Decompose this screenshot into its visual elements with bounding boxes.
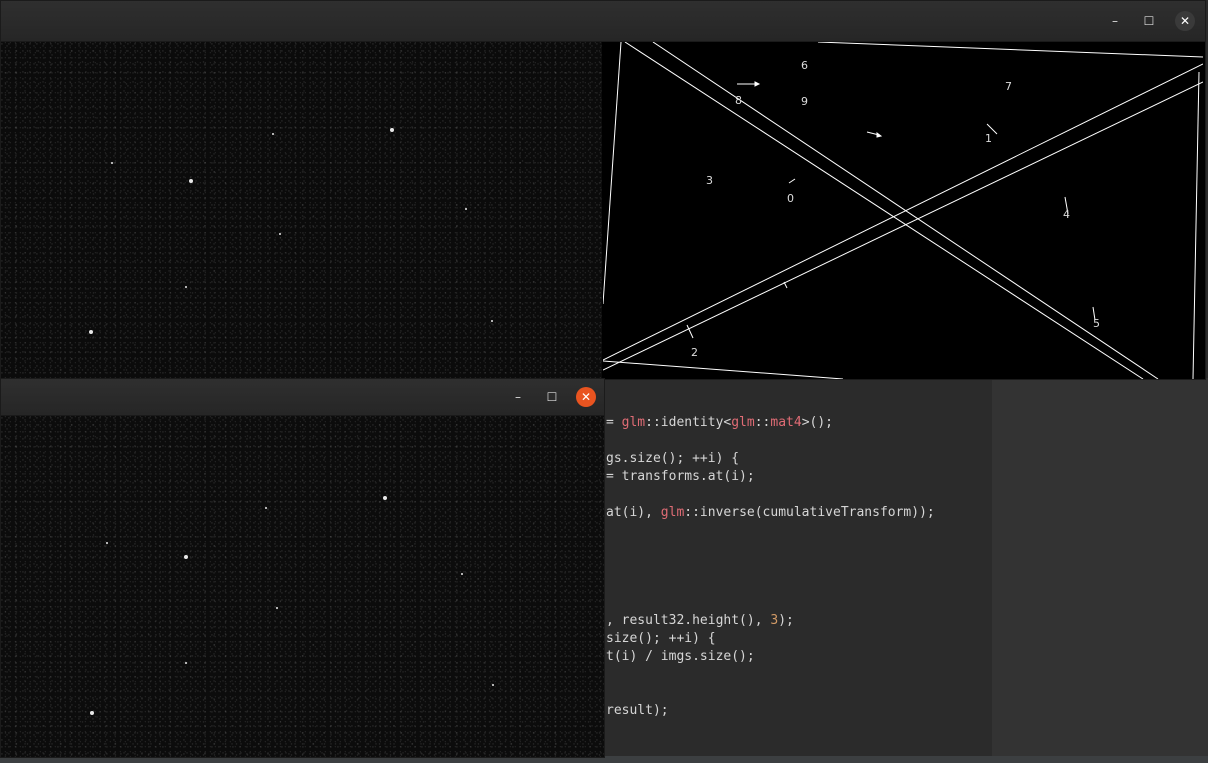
- maximize-icon: ☐: [1143, 14, 1155, 28]
- code-line: = transforms.at(i);: [606, 469, 755, 487]
- marker-label: 4: [1063, 208, 1070, 221]
- transform-lines: 6 7 8 9 1 3 0 4 5 2: [603, 42, 1203, 379]
- code-token: glm: [621, 415, 646, 430]
- code-line: = glm::identity<glm::mat4>();: [606, 415, 833, 433]
- code-line: at(i), glm::inverse(cumulativeTransform)…: [606, 505, 935, 523]
- code-token: = transforms.at(i);: [606, 469, 755, 484]
- marker-label: 3: [706, 174, 713, 187]
- code-token: at(i),: [606, 505, 661, 520]
- star: [185, 662, 187, 664]
- code-token: );: [778, 613, 794, 628]
- star: [265, 507, 267, 509]
- star: [390, 128, 394, 132]
- code-token: t(i) / imgs.size();: [606, 649, 755, 664]
- code-line: result);: [606, 703, 669, 721]
- code-token: size(); ++i) {: [606, 631, 716, 646]
- code-line: gs.size(); ++i) {: [606, 451, 739, 469]
- star: [184, 555, 188, 559]
- star: [111, 162, 113, 164]
- star-field-result-image: [1, 416, 604, 757]
- marker-label: 8: [735, 94, 742, 107]
- marker-label: 7: [1005, 80, 1012, 93]
- star-field-image: [1, 42, 602, 379]
- marker-label: 9: [801, 95, 808, 108]
- code-token: glm: [660, 505, 685, 520]
- maximize-button[interactable]: ☐: [1139, 11, 1159, 31]
- marker-label: 1: [985, 132, 992, 145]
- code-token: gs.size(); ++i) {: [606, 451, 740, 466]
- code-token: , result32.height(),: [606, 613, 771, 628]
- code-line: size(); ++i) {: [606, 631, 716, 649]
- star: [272, 133, 274, 135]
- star: [461, 573, 463, 575]
- marker-label: 5: [1093, 317, 1100, 330]
- code-token: >();: [801, 415, 833, 430]
- close-icon: ✕: [1179, 14, 1191, 28]
- transform-visualization: 6 7 8 9 1 3 0 4 5 2: [603, 42, 1203, 379]
- code-token: result);: [606, 703, 669, 718]
- star: [106, 542, 108, 544]
- editor-side-panel: [992, 378, 1208, 763]
- top-window-titlebar[interactable]: – ☐ ✕: [1, 1, 1205, 42]
- star: [383, 496, 387, 500]
- close-button[interactable]: ✕: [1175, 11, 1195, 31]
- star: [279, 233, 281, 235]
- star: [492, 684, 494, 686]
- maximize-button[interactable]: ☐: [542, 387, 562, 407]
- bottom-window: – ☐ ✕: [0, 378, 605, 758]
- minimize-icon: –: [1112, 14, 1118, 28]
- minimize-button[interactable]: –: [508, 387, 528, 407]
- code-line: , result32.height(), 3);: [606, 613, 794, 631]
- marker-label: 2: [691, 346, 698, 359]
- code-line: t(i) / imgs.size();: [606, 649, 755, 667]
- top-window: – ☐ ✕ 6 7 8 9 1 3 0 4 5 2: [0, 0, 1206, 380]
- maximize-icon: ☐: [546, 390, 558, 404]
- noise-texture: [1, 416, 604, 757]
- minimize-icon: –: [515, 390, 521, 404]
- bottom-window-titlebar[interactable]: – ☐ ✕: [1, 379, 604, 416]
- star: [89, 330, 93, 334]
- code-token: ::identity<: [645, 415, 732, 430]
- star: [189, 179, 193, 183]
- star: [185, 286, 187, 288]
- code-token: =: [606, 415, 622, 430]
- star: [90, 711, 94, 715]
- star: [276, 607, 278, 609]
- marker-label: 6: [801, 59, 808, 72]
- code-token: ::: [754, 415, 771, 430]
- star: [465, 208, 467, 210]
- star: [491, 320, 493, 322]
- code-token: mat4: [770, 415, 802, 430]
- noise-texture: [1, 42, 602, 379]
- marker-label: 0: [787, 192, 794, 205]
- code-token: glm: [731, 415, 755, 430]
- minimize-button[interactable]: –: [1105, 11, 1125, 31]
- code-token: ::inverse(cumulativeTransform));: [684, 505, 935, 520]
- close-icon: ✕: [580, 390, 592, 404]
- close-button[interactable]: ✕: [576, 387, 596, 407]
